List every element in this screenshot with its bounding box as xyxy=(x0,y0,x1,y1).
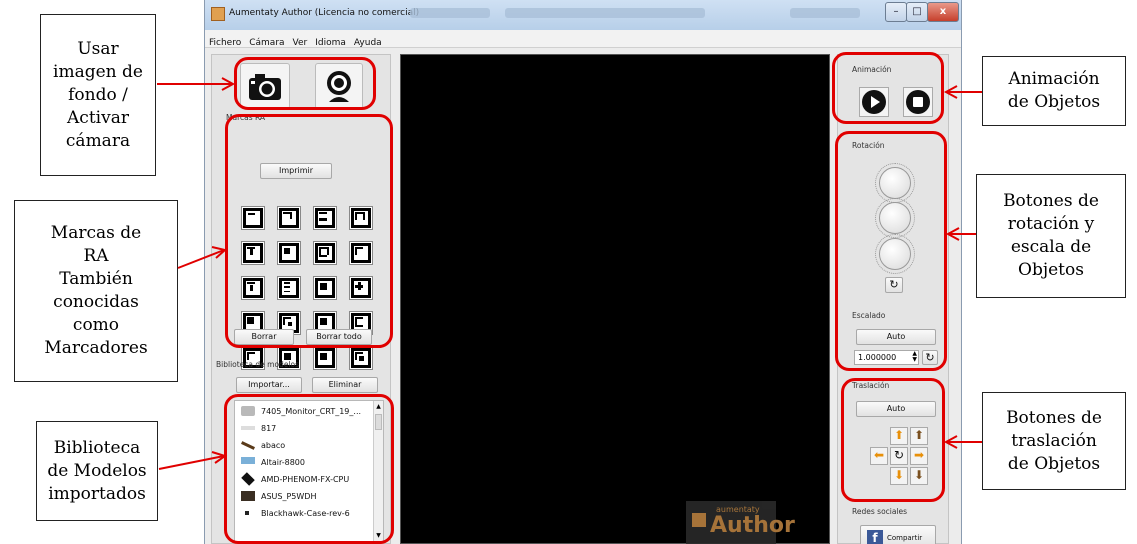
callout-arrows xyxy=(157,77,982,470)
arrow-library xyxy=(158,455,225,470)
arrow-markers xyxy=(177,249,225,269)
